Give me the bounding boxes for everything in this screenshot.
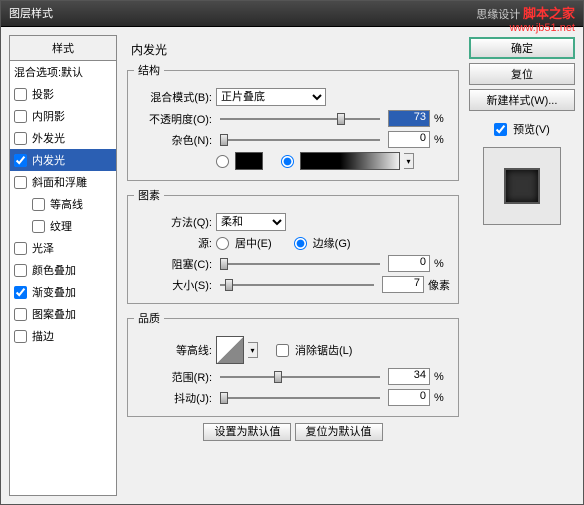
- cancel-button[interactable]: 复位: [469, 63, 575, 85]
- preview-swatch: [504, 168, 540, 204]
- sidebar-label-12: 描边: [32, 328, 54, 344]
- sidebar-label-1: 投影: [32, 86, 54, 102]
- sidebar-label-6: 等高线: [50, 196, 83, 212]
- sidebar-item-8[interactable]: 光泽: [10, 237, 116, 259]
- structure-group: 结构 混合模式(B): 正片叠底 不透明度(O): 73 % 杂色(N): 0 …: [127, 62, 459, 181]
- source-edge-radio[interactable]: [294, 237, 307, 250]
- size-label: 大小(S):: [134, 277, 212, 293]
- right-panel: 确定 复位 新建样式(W)... 预览(V): [469, 35, 575, 496]
- sidebar-item-1[interactable]: 投影: [10, 83, 116, 105]
- contour-picker[interactable]: [216, 336, 244, 364]
- elements-group: 图素 方法(Q): 柔和 源: 居中(E) 边缘(G) 阻塞(C): 0 % 大…: [127, 187, 459, 304]
- sidebar-check-2[interactable]: [14, 110, 27, 123]
- sidebar-item-6[interactable]: 等高线: [10, 193, 116, 215]
- ok-button[interactable]: 确定: [469, 37, 575, 59]
- opacity-input[interactable]: 73: [388, 110, 430, 127]
- sidebar-check-4[interactable]: [14, 154, 27, 167]
- sidebar-label-8: 光泽: [32, 240, 54, 256]
- sidebar-label-11: 图案叠加: [32, 306, 76, 322]
- sidebar-check-11[interactable]: [14, 308, 27, 321]
- sidebar-item-9[interactable]: 颜色叠加: [10, 259, 116, 281]
- gradient-dd[interactable]: [404, 153, 414, 169]
- quality-group: 品质 等高线: 消除锯齿(L) 范围(R): 34 % 抖动(J): 0 %: [127, 310, 459, 417]
- jitter-label: 抖动(J):: [134, 390, 212, 406]
- sidebar-label-3: 外发光: [32, 130, 65, 146]
- sidebar-item-11[interactable]: 图案叠加: [10, 303, 116, 325]
- sidebar-check-3[interactable]: [14, 132, 27, 145]
- sidebar-check-1[interactable]: [14, 88, 27, 101]
- source-label: 源:: [134, 235, 212, 251]
- watermark: 思缘设计 脚本之家 www.jb51.net: [476, 3, 575, 34]
- opacity-label: 不透明度(O):: [134, 111, 212, 127]
- reset-default-button[interactable]: 复位为默认值: [295, 423, 383, 441]
- blend-select[interactable]: 正片叠底: [216, 88, 326, 106]
- technique-label: 方法(Q):: [134, 214, 212, 230]
- technique-select[interactable]: 柔和: [216, 213, 286, 231]
- sidebar-check-6[interactable]: [32, 198, 45, 211]
- sidebar-check-12[interactable]: [14, 330, 27, 343]
- sidebar-label-4: 内发光: [32, 152, 65, 168]
- source-center-radio[interactable]: [216, 237, 229, 250]
- antialias-check[interactable]: [276, 344, 289, 357]
- choke-slider[interactable]: [220, 256, 380, 272]
- sidebar-check-10[interactable]: [14, 286, 27, 299]
- noise-slider[interactable]: [220, 132, 380, 148]
- sidebar-check-9[interactable]: [14, 264, 27, 277]
- contour-label: 等高线:: [134, 342, 212, 358]
- range-slider[interactable]: [220, 369, 380, 385]
- new-style-button[interactable]: 新建样式(W)...: [469, 89, 575, 111]
- panel-title: 内发光: [127, 39, 459, 62]
- opacity-slider[interactable]: [220, 111, 380, 127]
- styles-header: 样式: [10, 36, 116, 61]
- sidebar-label-9: 颜色叠加: [32, 262, 76, 278]
- sidebar-check-5[interactable]: [14, 176, 27, 189]
- sidebar-label-2: 内阴影: [32, 108, 65, 124]
- sidebar-item-2[interactable]: 内阴影: [10, 105, 116, 127]
- color-radio[interactable]: [216, 155, 229, 168]
- noise-input[interactable]: 0: [388, 131, 430, 148]
- color-swatch[interactable]: [235, 152, 263, 170]
- jitter-slider[interactable]: [220, 390, 380, 406]
- main-panel: 内发光 结构 混合模式(B): 正片叠底 不透明度(O): 73 % 杂色(N)…: [123, 35, 463, 496]
- size-slider[interactable]: [220, 277, 374, 293]
- gradient-swatch[interactable]: [300, 152, 400, 170]
- blend-label: 混合模式(B):: [134, 89, 212, 105]
- sidebar-label-7: 纹理: [50, 218, 72, 234]
- contour-dd[interactable]: [248, 342, 258, 358]
- sidebar-label-10: 渐变叠加: [32, 284, 76, 300]
- sidebar-item-0[interactable]: 混合选项:默认: [10, 61, 116, 83]
- sidebar-item-5[interactable]: 斜面和浮雕: [10, 171, 116, 193]
- styles-list: 样式 混合选项:默认投影内阴影外发光内发光斜面和浮雕等高线纹理光泽颜色叠加渐变叠…: [9, 35, 117, 496]
- sidebar-item-3[interactable]: 外发光: [10, 127, 116, 149]
- make-default-button[interactable]: 设置为默认值: [203, 423, 291, 441]
- sidebar-label-0: 混合选项:默认: [14, 64, 83, 80]
- preview-box: [483, 147, 561, 225]
- preview-check[interactable]: [494, 123, 507, 136]
- gradient-radio[interactable]: [281, 155, 294, 168]
- choke-input[interactable]: 0: [388, 255, 430, 272]
- size-input[interactable]: 7: [382, 276, 424, 293]
- window-title: 图层样式: [9, 8, 53, 20]
- jitter-input[interactable]: 0: [388, 389, 430, 406]
- sidebar-item-10[interactable]: 渐变叠加: [10, 281, 116, 303]
- noise-label: 杂色(N):: [134, 132, 212, 148]
- sidebar-item-12[interactable]: 描边: [10, 325, 116, 347]
- sidebar-check-8[interactable]: [14, 242, 27, 255]
- title-bar: 图层样式 思缘设计 脚本之家 www.jb51.net: [1, 1, 583, 27]
- range-label: 范围(R):: [134, 369, 212, 385]
- sidebar-label-5: 斜面和浮雕: [32, 174, 87, 190]
- sidebar-check-7[interactable]: [32, 220, 45, 233]
- sidebar-item-7[interactable]: 纹理: [10, 215, 116, 237]
- choke-label: 阻塞(C):: [134, 256, 212, 272]
- sidebar-item-4[interactable]: 内发光: [10, 149, 116, 171]
- range-input[interactable]: 34: [388, 368, 430, 385]
